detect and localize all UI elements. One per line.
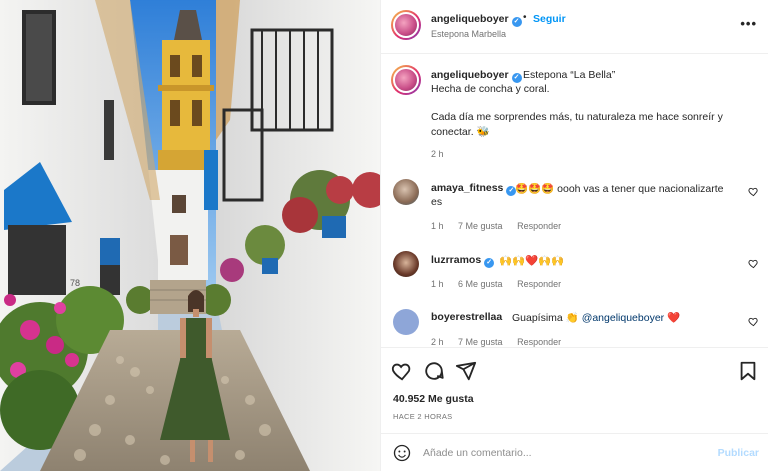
comment-username[interactable]: amaya_fitness ✓ — [431, 182, 517, 196]
author-username-text[interactable]: angeliqueboyer — [431, 13, 509, 25]
reply-button[interactable]: Responder — [517, 279, 561, 289]
reply-button[interactable]: Responder — [517, 221, 561, 231]
post-location[interactable]: Estepona Marbella — [431, 29, 506, 39]
comment-time: 2 h — [431, 337, 444, 347]
caption-avatar[interactable] — [391, 65, 421, 95]
comment-text: Guapísima 👏 @angeliqueboyer ❤️ — [512, 311, 680, 324]
comment-username[interactable]: luzrramos ✓ — [431, 254, 495, 268]
mention-link[interactable]: @angeliqueboyer — [582, 312, 664, 324]
reply-button[interactable]: Responder — [517, 337, 561, 347]
caption-title: Estepona “La Bella” — [523, 69, 616, 81]
comment-meta: 2 h 7 Me gusta Responder — [431, 337, 573, 347]
caption-username-text[interactable]: angeliqueboyer — [431, 69, 509, 81]
verified-icon: ✓ — [511, 73, 522, 83]
caption-time: 2 h — [431, 149, 444, 159]
comment-text: 🙌🙌❤️🙌🙌 — [499, 255, 565, 267]
comment-text-before: Guapísima 👏 — [512, 312, 579, 324]
street-photo-illustration: 78 — [0, 0, 380, 471]
author-username[interactable]: angeliqueboyer ✓ — [431, 13, 522, 27]
post-header: angeliqueboyer ✓ • Seguir Estepona Marbel… — [381, 0, 768, 54]
comment-meta: 1 h 6 Me gusta Responder — [431, 279, 573, 289]
author-avatar[interactable] — [391, 10, 421, 40]
add-comment-bar: Publicar — [381, 433, 768, 471]
like-count[interactable]: 40.952 Me gusta — [393, 393, 474, 405]
follow-button[interactable]: Seguir — [533, 13, 566, 25]
comment-username[interactable]: boyerestrellaa — [431, 311, 502, 323]
caption-username[interactable]: angeliqueboyer ✓ — [431, 69, 522, 83]
comment-icon[interactable] — [423, 360, 445, 382]
comment-likes[interactable]: 7 Me gusta — [458, 221, 503, 231]
verified-icon: ✓ — [484, 258, 495, 268]
comment-heart-icon[interactable] — [748, 186, 759, 197]
comment-avatar[interactable] — [393, 179, 419, 205]
comment-likes[interactable]: 7 Me gusta — [458, 337, 503, 347]
post-time: HACE 2 HORAS — [393, 412, 453, 421]
comment-input[interactable] — [423, 443, 703, 463]
more-options-icon[interactable]: ••• — [740, 16, 757, 31]
bookmark-icon[interactable] — [737, 360, 759, 382]
post-details-panel: angeliqueboyer ✓ • Seguir Estepona Marbel… — [380, 0, 768, 471]
publish-button[interactable]: Publicar — [718, 447, 759, 459]
heart-icon[interactable] — [391, 360, 413, 382]
share-icon[interactable] — [455, 360, 477, 382]
post-photo[interactable]: 78 — [0, 0, 380, 471]
post-actions: 40.952 Me gusta HACE 2 HORAS — [381, 347, 768, 433]
smile-icon[interactable] — [393, 444, 411, 462]
separator-dot: • — [523, 12, 527, 23]
caption-line-1: Hecha de concha y coral. — [431, 83, 550, 95]
caption-line-2: Cada día me sorprendes más, tu naturalez… — [431, 111, 723, 123]
comment-avatar[interactable] — [393, 309, 419, 335]
verified-icon: ✓ — [511, 17, 522, 27]
comment-likes[interactable]: 6 Me gusta — [458, 279, 503, 289]
comment-text-continued: es — [431, 196, 443, 208]
wall-number: 78 — [70, 278, 80, 288]
comment-avatar[interactable] — [393, 251, 419, 277]
comment-text: 🤩🤩🤩 oooh vas a tener que nacionalizarte — [515, 183, 724, 195]
comment-time: 1 h — [431, 221, 444, 231]
comment-time: 1 h — [431, 279, 444, 289]
comments-section[interactable]: angeliqueboyer ✓ Estepona “La Bella” Hech… — [381, 55, 768, 347]
comment-text-after: ❤️ — [667, 312, 681, 324]
comment-meta: 1 h 7 Me gusta Responder — [431, 221, 573, 231]
caption-line-3: conectar. 🐝 — [431, 126, 490, 138]
comment-heart-icon[interactable] — [748, 316, 759, 327]
comment-username-text[interactable]: amaya_fitness — [431, 182, 503, 194]
comment-username-text[interactable]: luzrramos — [431, 254, 481, 266]
comment-heart-icon[interactable] — [748, 258, 759, 269]
